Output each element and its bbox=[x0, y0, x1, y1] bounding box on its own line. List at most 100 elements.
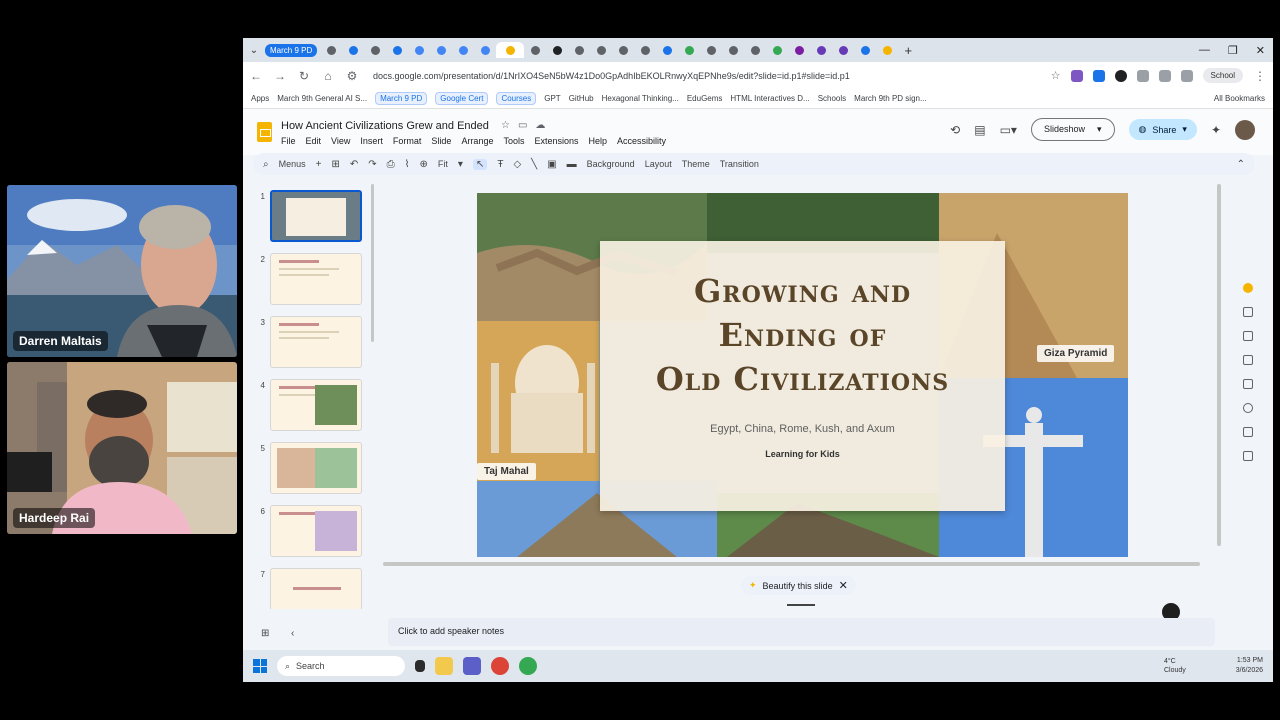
search-icon[interactable]: ⌕ bbox=[263, 159, 269, 170]
browser-tab[interactable] bbox=[678, 42, 700, 58]
text-box-icon[interactable]: Ŧ bbox=[497, 159, 503, 170]
slide-thumbnail[interactable] bbox=[270, 379, 362, 431]
share-button[interactable]: ◍ Share ▾ bbox=[1128, 119, 1197, 140]
sidepanel-icon[interactable] bbox=[1158, 69, 1171, 82]
notes-resize-handle[interactable] bbox=[787, 604, 815, 606]
chevron-down-icon[interactable]: ▾ bbox=[1097, 124, 1102, 135]
teams-icon[interactable] bbox=[463, 657, 481, 675]
browser-tab[interactable] bbox=[590, 42, 612, 58]
line-icon[interactable]: ╲ bbox=[531, 159, 537, 170]
slides-logo-icon[interactable] bbox=[257, 122, 272, 142]
collapse-toolbar-icon[interactable]: ⌃ bbox=[1237, 159, 1245, 170]
chevron-down-icon[interactable]: ▾ bbox=[458, 159, 463, 170]
transition-button[interactable]: Transition bbox=[720, 159, 759, 169]
drive-icon[interactable] bbox=[1243, 379, 1253, 389]
beautify-chip[interactable]: ✦ Beautify this slide ✕ bbox=[741, 576, 856, 595]
bookmark-item[interactable]: GitHub bbox=[569, 94, 594, 103]
version-history-icon[interactable]: ⟲ bbox=[950, 123, 960, 137]
menu-help[interactable]: Help bbox=[589, 136, 608, 146]
layout-button[interactable]: Layout bbox=[645, 159, 672, 169]
bookmark-star-icon[interactable]: ☆ bbox=[1051, 69, 1061, 82]
background-button[interactable]: Background bbox=[587, 159, 635, 169]
bookmark-item[interactable]: Schools bbox=[818, 94, 846, 103]
browser-tab[interactable] bbox=[568, 42, 590, 58]
close-icon[interactable]: ✕ bbox=[839, 579, 848, 592]
minimize-icon[interactable]: — bbox=[1199, 44, 1210, 57]
bookmark-item[interactable]: March 9th PD sign... bbox=[854, 94, 926, 103]
browser-tab[interactable] bbox=[342, 42, 364, 58]
slide-thumbnail-row[interactable]: 4 bbox=[251, 379, 376, 434]
extension-icon[interactable] bbox=[1070, 69, 1083, 82]
new-tab-icon[interactable]: + bbox=[898, 43, 918, 58]
slide-thumbnail[interactable] bbox=[270, 505, 362, 557]
menu-insert[interactable]: Insert bbox=[360, 136, 383, 146]
extensions-puzzle-icon[interactable] bbox=[1136, 69, 1149, 82]
collapse-filmstrip-icon[interactable]: ‹ bbox=[291, 628, 294, 639]
chevron-down-icon[interactable]: ▾ bbox=[1182, 124, 1187, 135]
bookmark-folder[interactable]: Google Cert bbox=[435, 92, 489, 105]
star-icon[interactable]: ☆ bbox=[501, 120, 510, 131]
browser-tab[interactable] bbox=[408, 42, 430, 58]
select-tool-icon[interactable]: ↖ bbox=[472, 158, 488, 170]
print-icon[interactable]: ⎙ bbox=[387, 159, 395, 170]
browser-tab[interactable] bbox=[832, 42, 854, 58]
menus-search[interactable]: Menus bbox=[279, 159, 306, 169]
browser-tab[interactable] bbox=[788, 42, 810, 58]
zoom-icon[interactable]: ⊕ bbox=[420, 159, 428, 170]
system-clock[interactable]: 1:53 PM 3/6/2026 bbox=[1236, 656, 1263, 676]
bookmark-item[interactable]: GPT bbox=[544, 94, 560, 103]
weather-widget[interactable]: 4°C Cloudy bbox=[1164, 657, 1186, 675]
caption-taj[interactable]: Taj Mahal bbox=[477, 463, 536, 480]
zoom-select[interactable]: Fit bbox=[438, 159, 448, 169]
grid-view-icon[interactable]: ⊞ bbox=[261, 628, 269, 639]
menu-tools[interactable]: Tools bbox=[503, 136, 524, 146]
meet-icon[interactable]: ▭▾ bbox=[1000, 123, 1017, 137]
home-icon[interactable]: ⌂ bbox=[321, 69, 335, 83]
taskbar-search[interactable]: ⌕ Search bbox=[277, 656, 405, 676]
close-icon[interactable]: ✕ bbox=[1256, 44, 1265, 57]
slide-thumbnail[interactable] bbox=[270, 568, 362, 609]
slide-thumbnail[interactable] bbox=[270, 253, 362, 305]
contacts-icon[interactable] bbox=[1243, 355, 1253, 365]
maximize-icon[interactable]: ❐ bbox=[1228, 44, 1238, 57]
slide-tagline[interactable]: Learning for Kids bbox=[600, 449, 1005, 459]
new-slide-icon[interactable]: + bbox=[316, 159, 322, 170]
menu-view[interactable]: View bbox=[331, 136, 350, 146]
reload-icon[interactable]: ↻ bbox=[297, 69, 311, 83]
browser-tab-active[interactable] bbox=[496, 42, 525, 58]
caption-giza[interactable]: Giza Pyramid bbox=[1037, 345, 1115, 362]
slide-title[interactable]: Growing and Ending of Old Civilizations bbox=[600, 269, 1005, 401]
document-title[interactable]: How Ancient Civilizations Grew and Ended bbox=[281, 120, 489, 132]
slide-subtitle[interactable]: Egypt, China, Rome, Kush, and Axum bbox=[600, 423, 1005, 435]
image-icon[interactable]: ▬ bbox=[567, 159, 577, 170]
filmstrip-scrollbar[interactable] bbox=[371, 184, 374, 342]
bookmark-folder[interactable]: March 9 PD bbox=[375, 92, 428, 105]
cloud-status-icon[interactable]: ☁ bbox=[535, 120, 545, 131]
all-bookmarks[interactable]: All Bookmarks bbox=[1214, 94, 1265, 103]
browser-tab[interactable] bbox=[320, 42, 342, 58]
title-card[interactable]: Growing and Ending of Old Civilizations … bbox=[600, 241, 1005, 511]
calendar-icon[interactable] bbox=[1243, 427, 1253, 437]
extension-icon[interactable] bbox=[1114, 69, 1127, 82]
slide-thumbnail-row[interactable]: 2 bbox=[251, 253, 376, 308]
bookmark-item[interactable]: Hexagonal Thinking... bbox=[602, 94, 679, 103]
browser-tab[interactable] bbox=[430, 42, 452, 58]
url-field[interactable]: docs.google.com/presentation/d/1NrIXO4Se… bbox=[369, 71, 1041, 81]
gemini-icon[interactable]: ✦ bbox=[1211, 123, 1221, 137]
slide-thumbnail[interactable] bbox=[270, 442, 362, 494]
keep-icon[interactable] bbox=[1243, 307, 1253, 317]
extension-icon[interactable] bbox=[1180, 69, 1193, 82]
bookmark-folder[interactable]: Courses bbox=[496, 92, 537, 105]
bookmark-item[interactable]: HTML Interactives D... bbox=[730, 94, 809, 103]
speaker-notes[interactable]: Click to add speaker notes bbox=[388, 618, 1215, 646]
browser-tab[interactable] bbox=[766, 42, 788, 58]
comments-icon[interactable]: ▤ bbox=[974, 123, 985, 137]
paint-format-icon[interactable]: ⌇ bbox=[405, 159, 410, 170]
bookmark-item[interactable]: Apps bbox=[251, 94, 269, 103]
bookmark-item[interactable]: EduGems bbox=[687, 94, 723, 103]
menu-edit[interactable]: Edit bbox=[306, 136, 322, 146]
extension-icon[interactable] bbox=[1092, 69, 1105, 82]
redo-icon[interactable]: ↷ bbox=[368, 159, 376, 170]
menu-slide[interactable]: Slide bbox=[431, 136, 451, 146]
canvas-vertical-scrollbar[interactable] bbox=[1217, 184, 1221, 546]
